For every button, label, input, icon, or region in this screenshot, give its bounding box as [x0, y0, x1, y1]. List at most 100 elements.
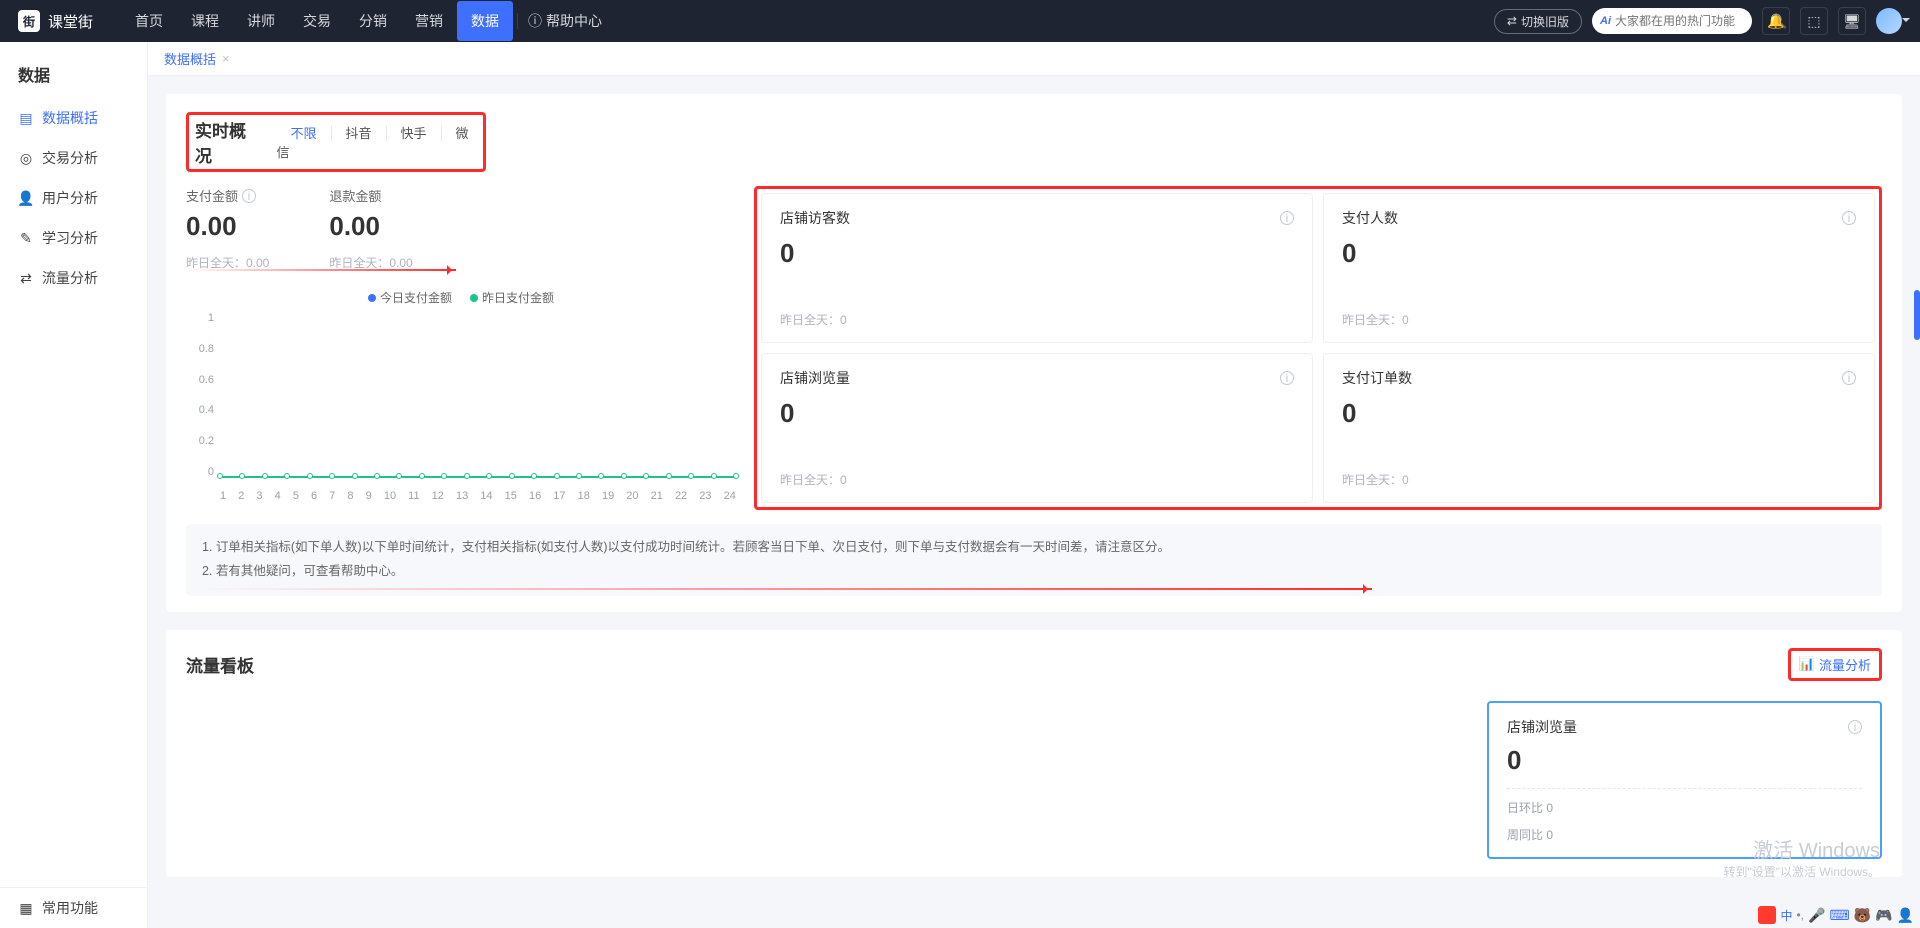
traffic-board-title: 流量看板: [186, 652, 254, 677]
nav-item-首页[interactable]: 首页: [121, 1, 177, 41]
nav-items: 首页课程讲师交易分销营销数据: [121, 1, 513, 41]
x-tick: 3: [256, 490, 262, 502]
main-area: 数据概括 × 实时概况 不限抖音快手微信: [148, 42, 1920, 928]
info-icon[interactable]: i: [1280, 371, 1294, 385]
search-box[interactable]: Ai 🔍: [1592, 8, 1752, 34]
nav-item-营销[interactable]: 营销: [401, 1, 457, 41]
data-point: [486, 473, 492, 479]
metric-pay-value: 0.00: [186, 211, 269, 242]
card-value: 0: [780, 398, 1294, 429]
data-point: [284, 473, 290, 479]
metric-pay-label: 支付金额: [186, 186, 238, 205]
tile-title: 店铺浏览量: [1507, 717, 1577, 737]
x-tick: 18: [578, 490, 590, 502]
traffic-link-highlight: 📊 流量分析: [1788, 648, 1882, 681]
data-point: [509, 473, 515, 479]
scrollbar-thumb[interactable]: [1914, 290, 1920, 340]
data-point: [419, 473, 425, 479]
note-line-1: 1. 订单相关指标(如下单人数)以下单时间统计，支付相关指标(如支付人数)以支付…: [202, 536, 1866, 560]
close-icon[interactable]: ×: [222, 51, 230, 66]
traffic-link-label: 流量分析: [1819, 655, 1871, 674]
x-tick: 11: [408, 490, 419, 502]
sidebar-item-用户分析[interactable]: 👤用户分析: [0, 178, 147, 218]
traffic-tile[interactable]: 店铺浏览量 i 0 日环比 0 周同比 0: [1487, 701, 1882, 859]
page-tab[interactable]: 数据概括 ×: [164, 49, 230, 68]
bell-icon[interactable]: 🔔: [1762, 7, 1790, 35]
window-icon[interactable]: ⬚: [1800, 7, 1828, 35]
info-icon[interactable]: i: [1842, 211, 1856, 225]
stat-card-3: 支付订单数i0昨日全天：0: [1323, 353, 1875, 503]
sidebar-title: 数据: [0, 52, 147, 98]
bear-icon[interactable]: 🐻: [1854, 907, 1871, 924]
nav-item-交易[interactable]: 交易: [289, 1, 345, 41]
filter-不限[interactable]: 不限: [276, 126, 330, 141]
stat-card-1: 支付人数i0昨日全天：0: [1323, 193, 1875, 343]
flow-icon: ⇄: [18, 270, 34, 286]
sidebar: 数据 ▤数据概括 ◎ 交易分析 👤用户分析✎学习分析⇄流量分析 ▦ 常用功能: [0, 42, 148, 928]
x-tick: 22: [675, 490, 687, 502]
sidebar-item-流量分析[interactable]: ⇄流量分析: [0, 258, 147, 298]
x-tick: 4: [275, 490, 281, 502]
x-tick: 20: [626, 490, 638, 502]
tab-label: 数据概括: [164, 49, 216, 68]
game-icon[interactable]: 🎮: [1875, 907, 1892, 924]
sidebar-item-数据概括[interactable]: ▤数据概括: [0, 98, 147, 138]
help-link[interactable]: ⓘ 帮助中心: [528, 11, 602, 31]
legend-dot-today-icon: [368, 294, 376, 302]
grid-icon: ▦: [18, 900, 34, 916]
filter-抖音[interactable]: 抖音: [331, 126, 386, 141]
data-point: [531, 473, 537, 479]
nav-item-讲师[interactable]: 讲师: [233, 1, 289, 41]
info-icon[interactable]: i: [1280, 211, 1294, 225]
nav-item-数据[interactable]: 数据: [457, 1, 513, 41]
metric-refund-label: 退款金额: [329, 186, 381, 205]
top-nav: 街 课堂街 首页课程讲师交易分销营销数据 ⓘ 帮助中心 ⇄ 切换旧版 Ai 🔍 …: [0, 0, 1920, 42]
realtime-title: 实时概况: [191, 117, 258, 167]
ime-lang[interactable]: 中: [1780, 907, 1792, 924]
x-tick: 13: [456, 490, 468, 502]
search-input[interactable]: [1615, 14, 1770, 28]
target-icon: ◎: [18, 150, 34, 166]
avatar[interactable]: [1876, 8, 1902, 34]
info-icon[interactable]: i: [242, 189, 256, 203]
info-icon[interactable]: i: [1848, 720, 1862, 734]
y-tick: 0.4: [186, 404, 214, 416]
sidebar-footer-item[interactable]: ▦ 常用功能: [0, 888, 147, 928]
keyboard-icon[interactable]: ⌨: [1829, 907, 1849, 924]
data-point: [643, 473, 649, 479]
doc-icon: ▤: [18, 110, 34, 126]
switch-version-button[interactable]: ⇄ 切换旧版: [1494, 9, 1582, 34]
data-point: [621, 473, 627, 479]
sidebar-item-label: 交易分析: [42, 148, 98, 168]
nav-item-课程[interactable]: 课程: [177, 1, 233, 41]
data-point: [598, 473, 604, 479]
card-title: 店铺浏览量: [780, 368, 850, 388]
ime-punct[interactable]: •,: [1796, 908, 1804, 922]
data-point: [239, 473, 245, 479]
mic-icon[interactable]: 🎤: [1808, 907, 1825, 924]
screen-icon[interactable]: 🖥: [1838, 7, 1866, 35]
brand[interactable]: 街 课堂街: [18, 10, 93, 32]
x-tick: 9: [366, 490, 372, 502]
x-tick: 1: [220, 490, 226, 502]
book-icon: ✎: [18, 230, 34, 246]
info-icon[interactable]: i: [1842, 371, 1856, 385]
card-title: 店铺访客数: [780, 208, 850, 228]
traffic-board: 流量看板 📊 流量分析 店铺浏览量 i 0 日环比 0 周: [166, 630, 1902, 877]
data-point: [576, 473, 582, 479]
sidebar-item-交易分析[interactable]: ◎ 交易分析: [0, 138, 147, 178]
sidebar-item-学习分析[interactable]: ✎学习分析: [0, 218, 147, 258]
metric-refund: 退款金额 0.00 昨日全天：0.00: [329, 186, 412, 271]
x-tick: 15: [505, 490, 517, 502]
ime-icon[interactable]: [1758, 906, 1776, 924]
card-value: 0: [780, 238, 1294, 269]
card-sub: 昨日全天：0: [780, 311, 1294, 328]
tile-weekly: 周同比 0: [1507, 826, 1862, 843]
traffic-analysis-link[interactable]: 📊 流量分析: [1799, 655, 1871, 674]
person-icon[interactable]: 👤: [1897, 907, 1914, 924]
data-point: [554, 473, 560, 479]
x-tick: 17: [553, 490, 565, 502]
filter-快手[interactable]: 快手: [386, 126, 441, 141]
nav-item-分销[interactable]: 分销: [345, 1, 401, 41]
x-tick: 24: [724, 490, 736, 502]
